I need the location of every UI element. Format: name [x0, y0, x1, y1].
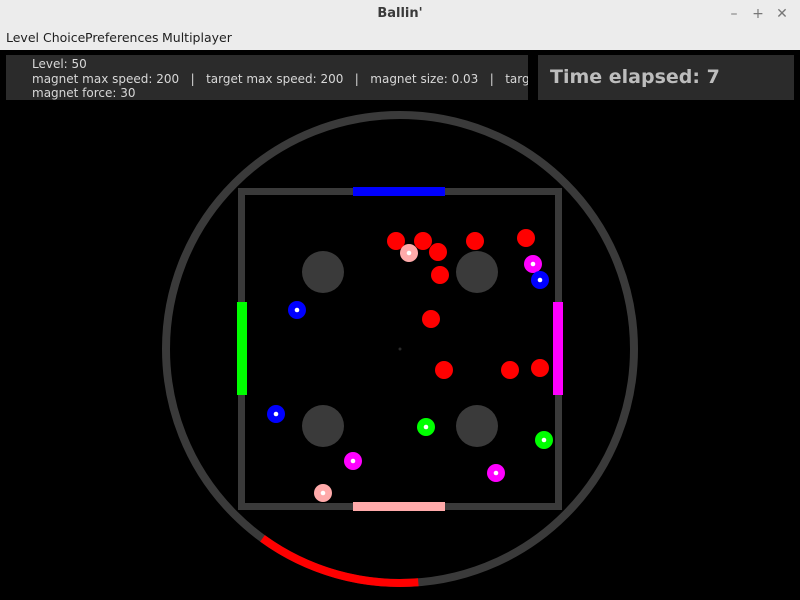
blue-magnet: [288, 301, 306, 319]
window-title: Ballin': [377, 6, 423, 21]
green-magnet: [535, 431, 553, 449]
menu-preferences[interactable]: Preferences: [85, 28, 159, 50]
red-ball: [466, 232, 484, 250]
obstacle: [302, 405, 344, 447]
obstacle: [456, 405, 498, 447]
time-panel: Time elapsed: 7: [538, 55, 794, 100]
pink-magnet: [314, 484, 332, 502]
menu-multiplayer[interactable]: Multiplayer: [162, 28, 232, 50]
minimize-button[interactable]: –: [724, 4, 744, 24]
close-button[interactable]: ✕: [772, 4, 792, 24]
magnet-force-label: magnet force: 30: [32, 86, 136, 100]
goal-right: [553, 302, 563, 395]
red-ball: [422, 310, 440, 328]
green-magnet: [417, 418, 435, 436]
blue-magnet: [531, 271, 549, 289]
level-info-panel: Level: 50 magnet max speed: 200 | target…: [6, 55, 528, 100]
red-ball: [435, 361, 453, 379]
red-ball: [517, 229, 535, 247]
red-ball: [414, 232, 432, 250]
red-ball: [429, 243, 447, 261]
red-ball: [431, 266, 449, 284]
time-elapsed: Time elapsed: 7: [550, 66, 720, 88]
game-arena[interactable]: [0, 100, 800, 600]
window-titlebar[interactable]: Ballin' – + ✕: [0, 0, 800, 29]
red-ball: [531, 359, 549, 377]
blue-magnet: [267, 405, 285, 423]
maximize-button[interactable]: +: [748, 4, 768, 24]
obstacle: [302, 251, 344, 293]
pink-magnet: [400, 244, 418, 262]
magenta-magnet: [487, 464, 505, 482]
red-ball: [501, 361, 519, 379]
ring-highlight-arc: [260, 535, 419, 587]
magenta-magnet: [524, 255, 542, 273]
level-label: Level: 50: [32, 57, 87, 71]
stats-line: magnet max speed: 200 | target max speed…: [32, 72, 528, 86]
magenta-magnet: [344, 452, 362, 470]
center-marker: [398, 347, 402, 351]
menu-level-choice[interactable]: Level Choice: [6, 28, 85, 50]
goal-top: [353, 187, 445, 196]
menubar: Level Choice Preferences Multiplayer: [0, 28, 800, 50]
goal-bottom: [353, 502, 445, 511]
goal-left: [237, 302, 247, 395]
obstacle: [456, 251, 498, 293]
